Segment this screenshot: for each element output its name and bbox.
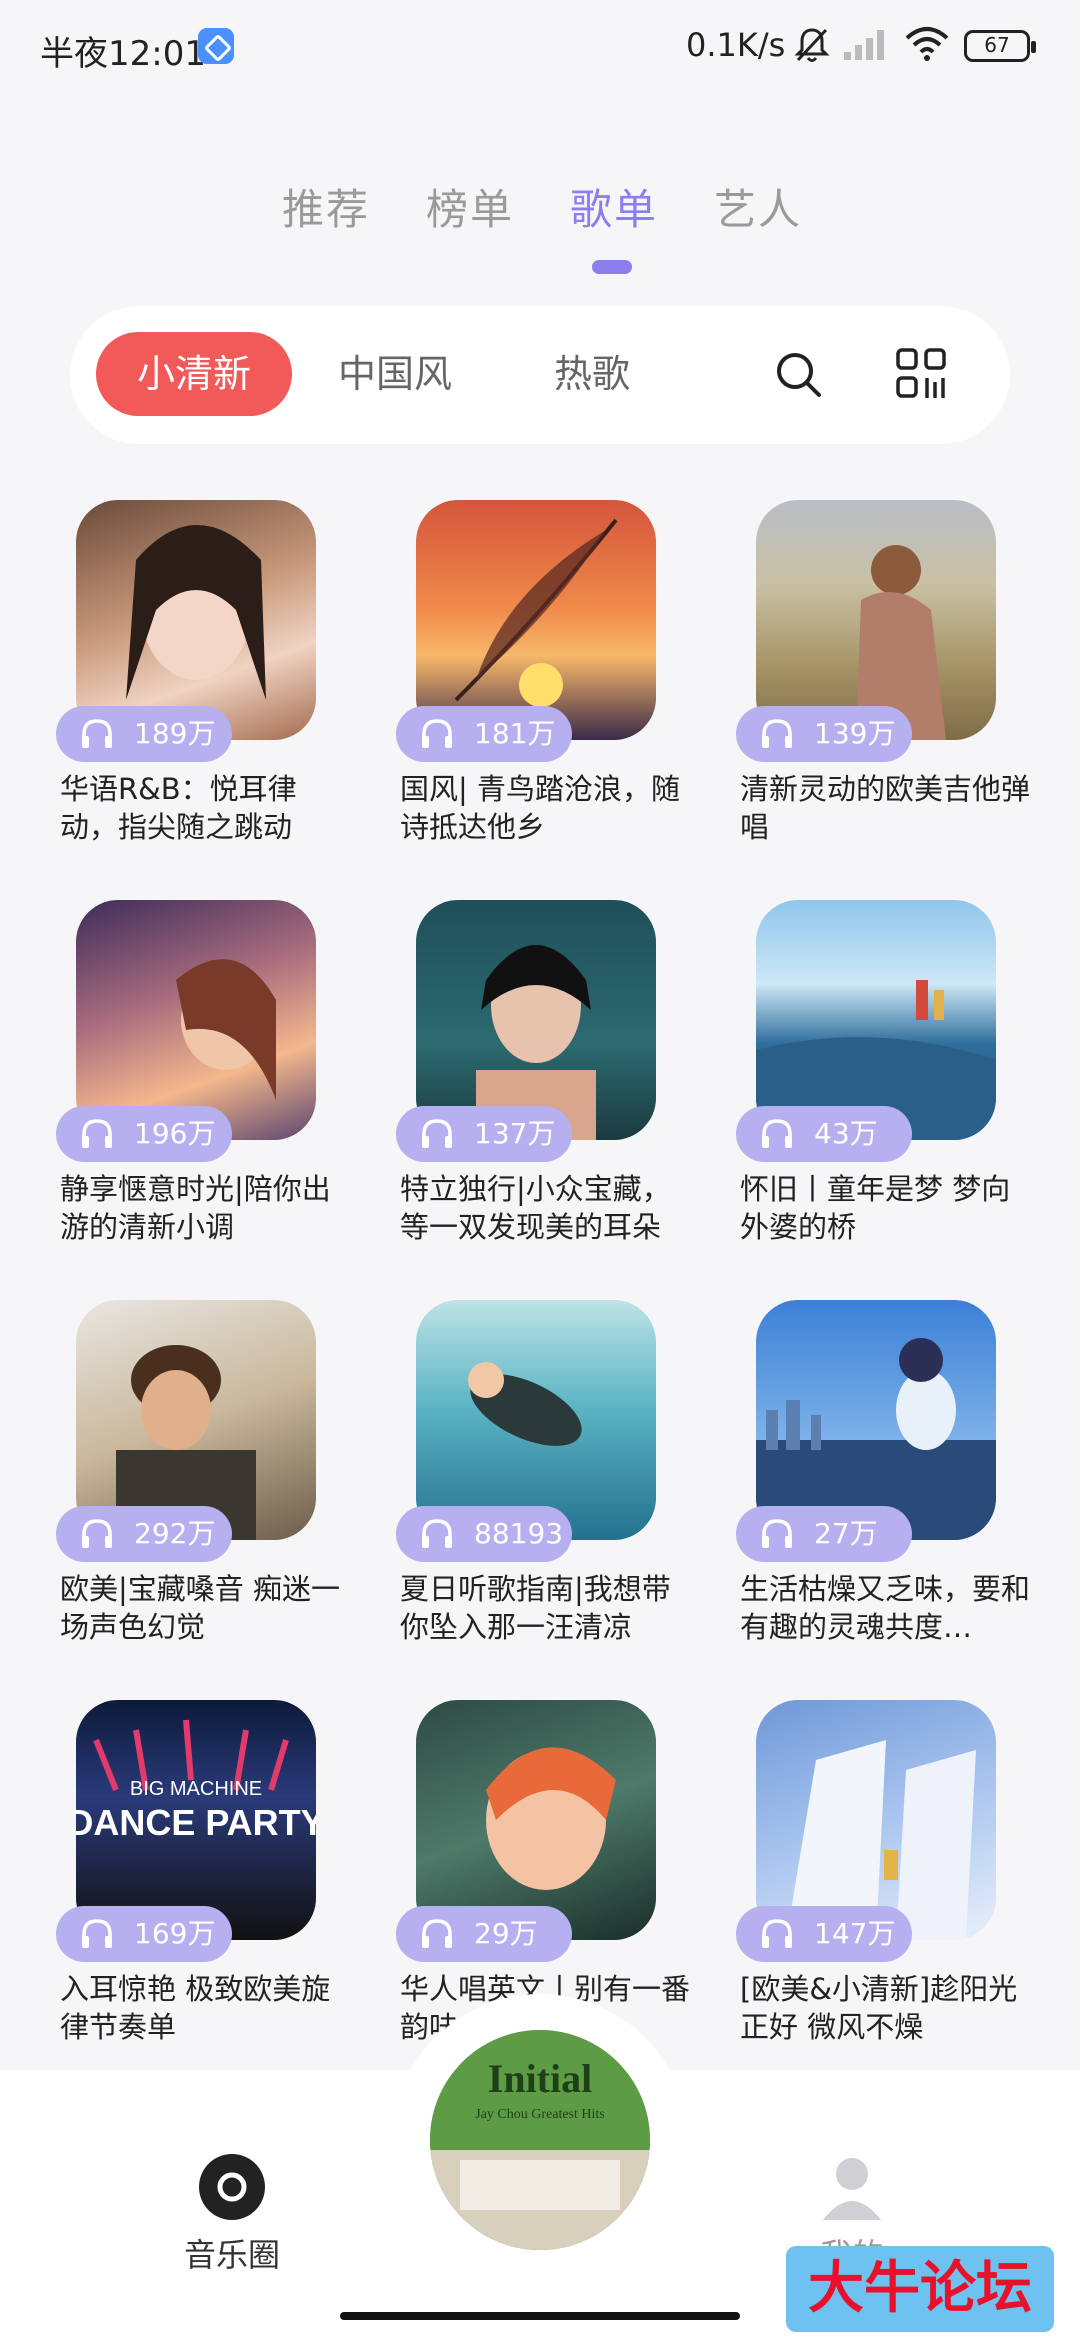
active-tab-indicator [592,260,632,274]
user-icon [823,2158,881,2220]
play-count-badge: 139万 [736,706,912,762]
nav-label-music-circle: 音乐圈 [183,2236,280,2274]
play-count-badge: 181万 [396,706,572,762]
playlist-cover-image [756,1300,996,1540]
play-count-badge: 88193 [396,1506,572,1562]
play-count: 292万 [134,1517,216,1550]
play-count: 29万 [474,1917,538,1950]
play-count: 137万 [474,1117,556,1150]
playlist-cover-image [76,1300,316,1540]
headphones-icon [762,1919,792,1948]
nav-music-circle[interactable]: 音乐圈 [172,2152,292,2276]
play-count: 169万 [134,1917,216,1950]
playlist-title: 入耳惊艳 极致欧美旋律节奏单 [60,1972,331,2044]
play-count-badge: 29万 [396,1906,572,1962]
now-playing-disc[interactable]: Initial Jay Chou Greatest Hits [430,2030,650,2250]
headphones-icon [82,1119,112,1148]
album-subtitle: Jay Chou Greatest Hits [475,2107,604,2122]
playlist-cover-image [416,1700,656,1940]
music-circle-icon [199,2154,265,2220]
play-count-badge: 27万 [736,1506,912,1562]
headphones-icon [82,1919,112,1948]
grid-scan-icon[interactable] [896,348,946,400]
play-count: 147万 [814,1917,896,1950]
play-count: 196万 [134,1117,216,1150]
chip-zhongguofeng[interactable]: 中国风 [338,332,452,416]
top-tabs: 推荐 榜单 歌单 艺人 [0,176,1080,246]
headphones-icon [422,1119,452,1148]
playlist-cover-image [76,500,316,740]
album-title: Initial [488,2056,592,2101]
signal-icon [844,30,884,60]
app-notification-icon [198,28,234,64]
headphones-icon [422,1919,452,1948]
play-count: 27万 [814,1517,878,1550]
play-count-badge: 189万 [56,706,232,762]
watermark-logo: 大牛论坛 [786,2246,1054,2332]
playlist-cover-image [416,1300,656,1540]
tab-playlists[interactable]: 歌单 [570,176,658,237]
play-count-badge: 169万 [56,1906,232,1962]
playlist-title: 清新灵动的欧美吉他弹唱 [740,772,1031,844]
battery-indicator: 67 [964,30,1036,62]
play-count-badge: 137万 [396,1106,572,1162]
playlist-cover-image [416,500,656,740]
play-count: 43万 [814,1117,878,1150]
playlist-title: [欧美&小清新]趁阳光正好 微风不燥 [740,1972,1018,2044]
playlist-title: 国风| 青鸟踏沧浪，随诗抵达他乡 [400,772,680,844]
playlist-cover-image [416,900,656,1140]
playlist-cover-image [756,900,996,1140]
playlist-title: 华语R&B：悦耳律动，指尖随之跳动 [60,772,297,844]
headphones-icon [82,719,112,748]
status-bar: 半夜12:01 0.1K/s 67 [0,0,1080,96]
playlist-title: 夏日听歌指南|我想带你坠入那一汪清凉 [400,1572,671,1644]
status-time: 半夜12:01 [40,34,206,74]
playlist-cover-image [756,500,996,740]
play-count: 88193 [474,1517,564,1550]
headphones-icon [762,1119,792,1148]
playlist-cover-image [76,900,316,1140]
cover-text-line1: BIG MACHINE [130,1778,262,1800]
mute-bell-icon [794,28,830,62]
headphones-icon [82,1519,112,1548]
cover-text-line2: DANCE PARTY [76,1802,316,1843]
playlist-title: 欧美|宝藏嗓音 痴迷一场声色幻觉 [60,1572,340,1644]
category-filter-bar: 小清新 中国风 热歌 [70,306,1010,444]
headphones-icon [422,1519,452,1548]
tab-recommend[interactable]: 推荐 [282,176,370,237]
search-icon[interactable] [774,350,824,400]
chip-rege[interactable]: 热歌 [554,332,630,416]
play-count: 189万 [134,717,216,750]
headphones-icon [762,719,792,748]
tab-artists[interactable]: 艺人 [714,176,802,237]
headphones-icon [762,1519,792,1548]
headphones-icon [422,719,452,748]
play-count-badge: 196万 [56,1106,232,1162]
playlist-title: 怀旧丨童年是梦 梦向外婆的桥 [740,1172,1011,1244]
play-count: 139万 [814,717,896,750]
wifi-icon [905,27,949,61]
playlist-cover-image [756,1700,996,1940]
chip-xiaoqingxin[interactable]: 小清新 [96,332,292,416]
play-count: 181万 [474,717,556,750]
play-count-badge: 43万 [736,1106,912,1162]
home-indicator[interactable] [340,2312,740,2320]
play-count-badge: 147万 [736,1906,912,1962]
playlist-cover-image: BIG MACHINE DANCE PARTY [76,1700,316,1940]
tab-charts[interactable]: 榜单 [426,176,514,237]
playlist-title: 特立独行|小众宝藏，等一双发现美的耳朵 [400,1172,671,1244]
playlist-title: 生活枯燥又乏味，要和有趣的灵魂共度… [740,1572,1031,1644]
play-count-badge: 292万 [56,1506,232,1562]
network-speed: 0.1K/s [686,26,786,64]
playlist-title: 静享惬意时光|陪你出游的清新小调 [60,1172,331,1244]
